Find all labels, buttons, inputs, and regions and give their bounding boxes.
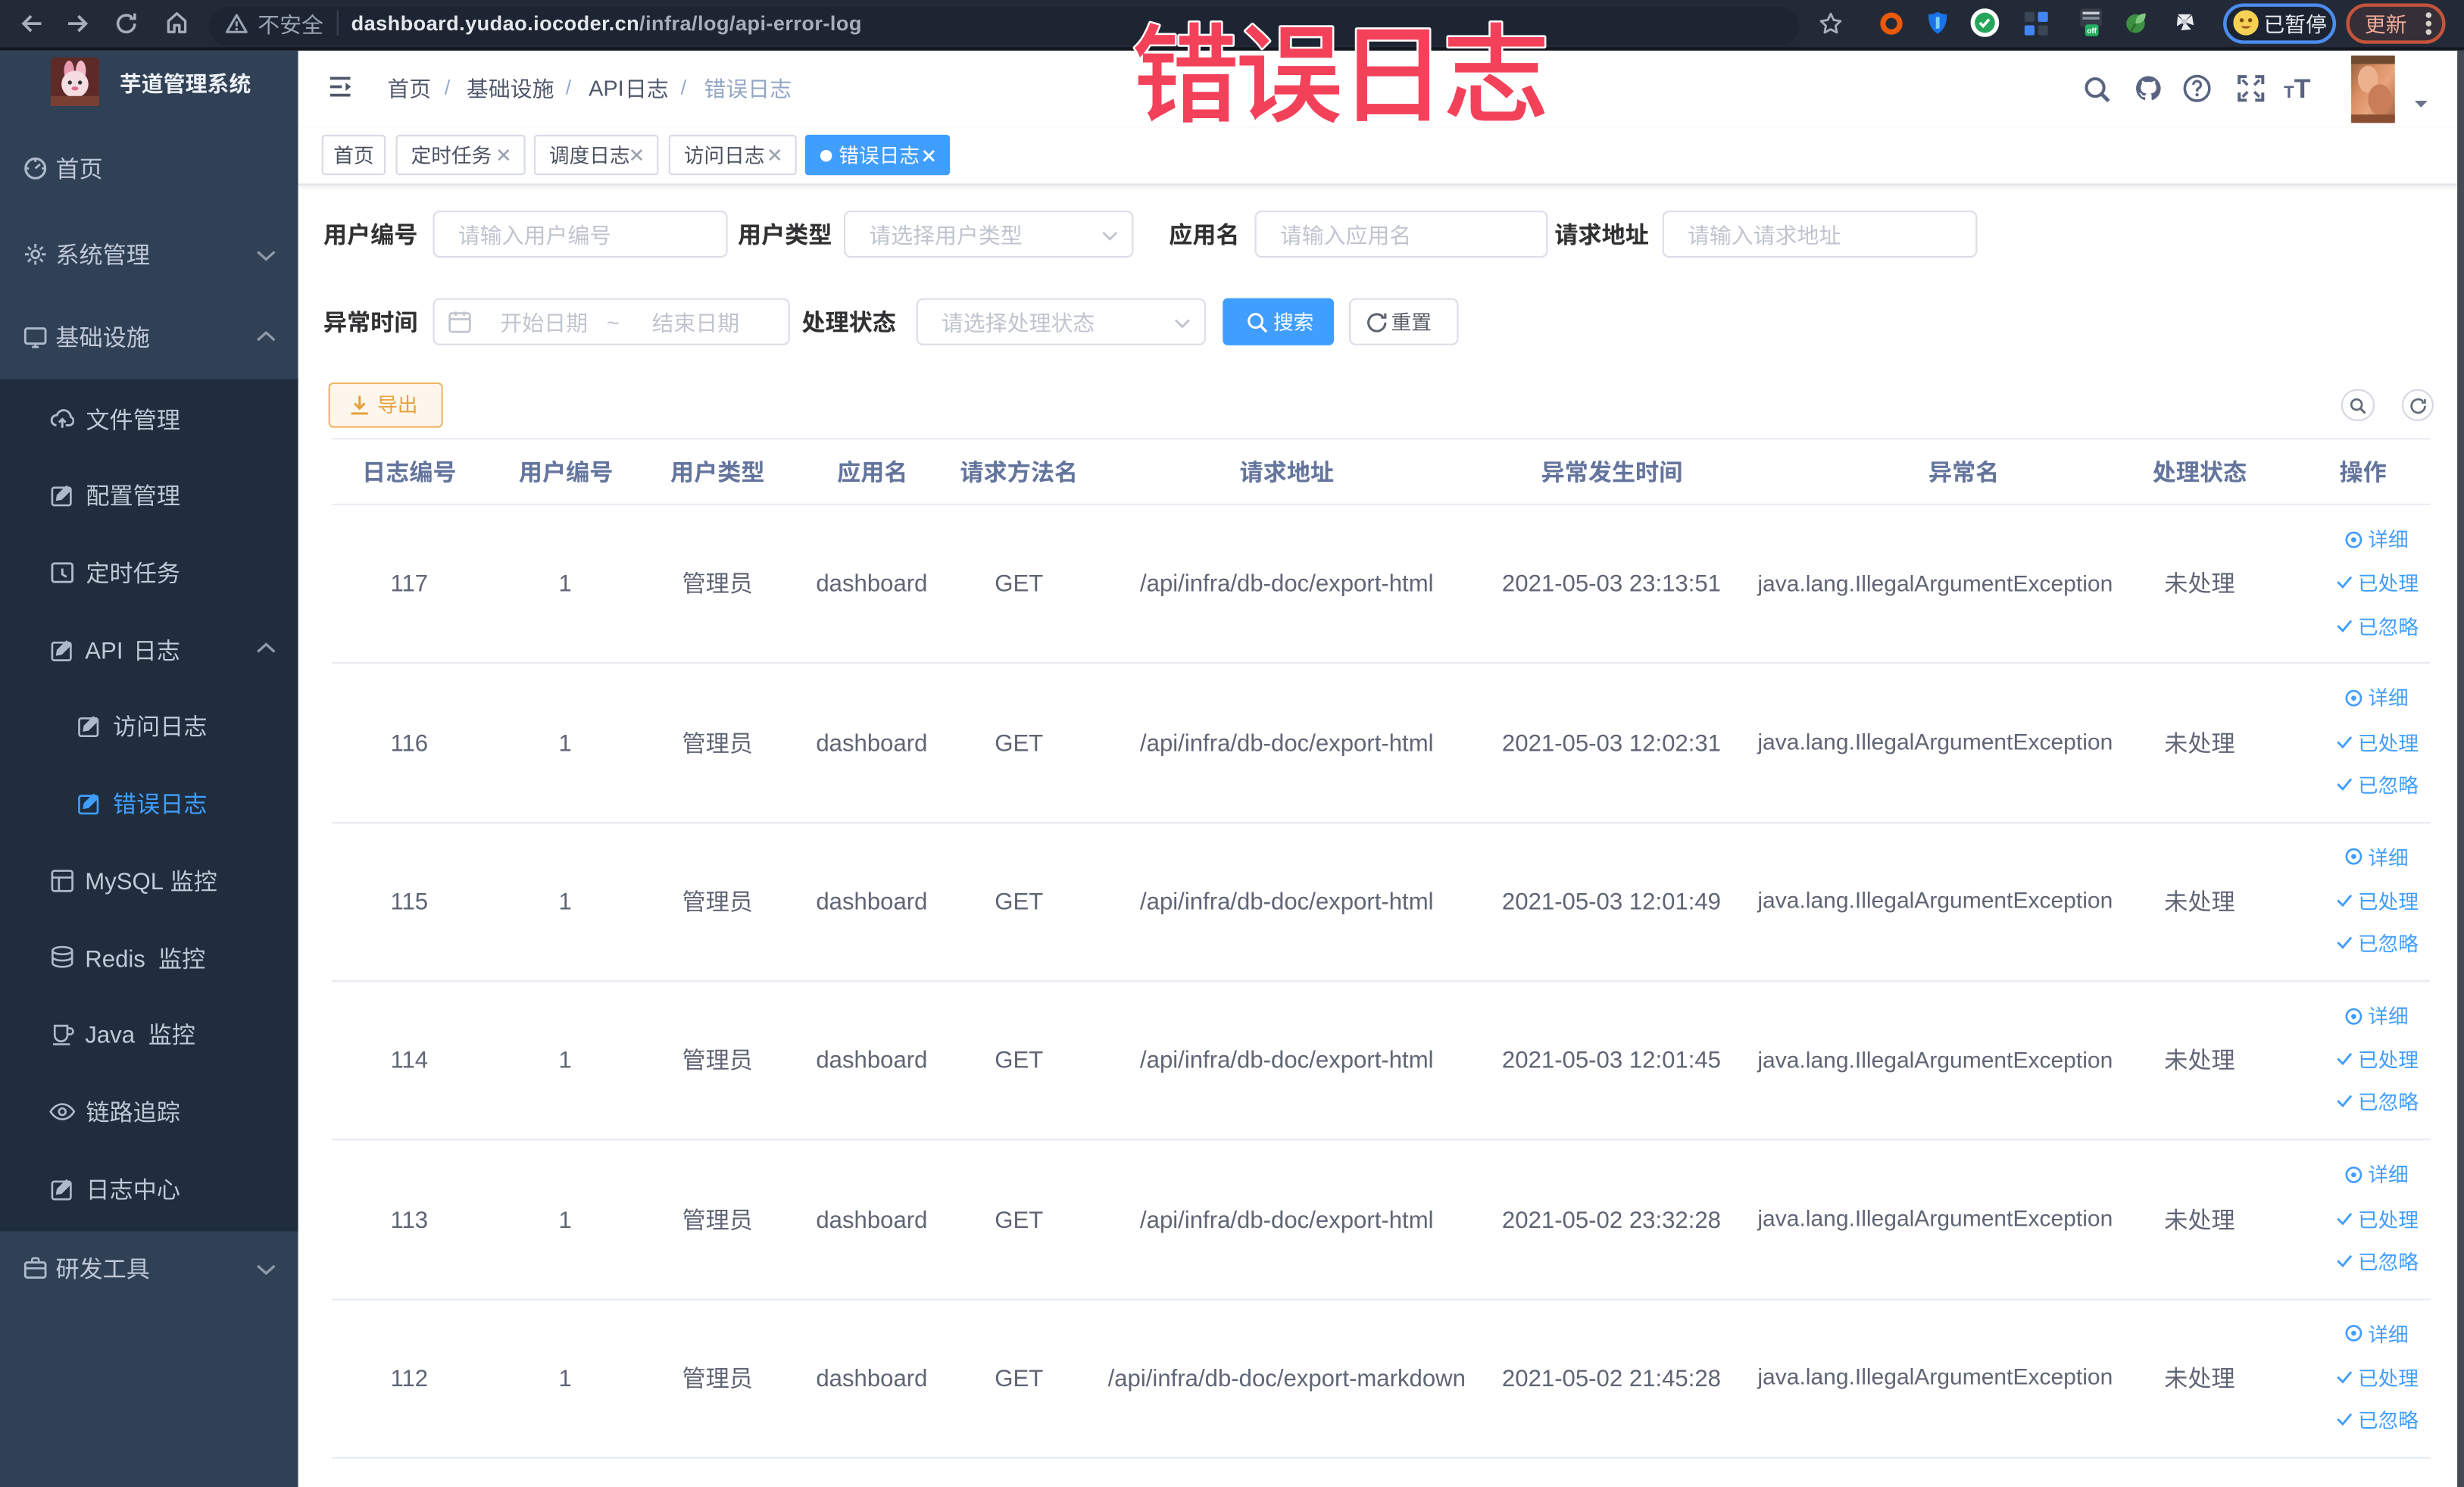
svg-text:off: off [2087,27,2097,36]
